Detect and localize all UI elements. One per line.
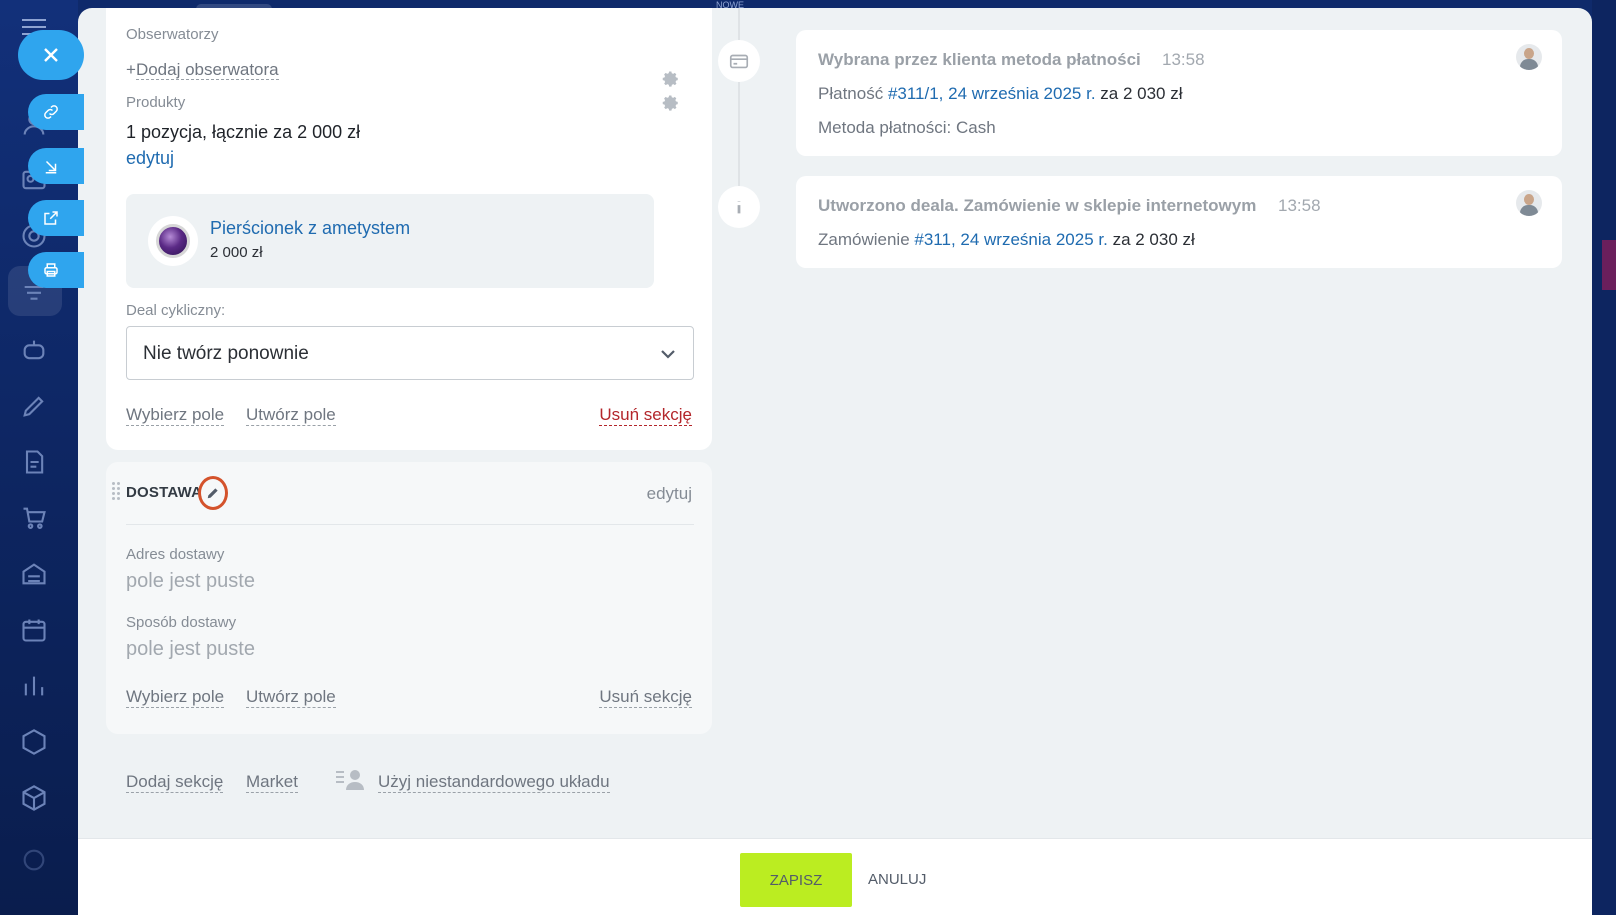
timeline-payment-line: Płatność #311/1, 24 września 2025 r. za … <box>818 84 1183 104</box>
payment-amount: za 2 030 zł <box>1100 84 1183 103</box>
address-value: pole jest puste <box>126 570 255 592</box>
sidebar-hexagon-icon[interactable] <box>20 728 48 756</box>
cancel-button[interactable]: ANULUJ <box>868 871 926 888</box>
right-edge <box>1592 0 1616 915</box>
deal-main-section: Obserwatorzy +Dodaj obserwatora Produkty… <box>106 8 712 450</box>
info-icon <box>718 186 760 228</box>
products-edit-link[interactable]: edytuj <box>126 148 174 169</box>
link-icon <box>44 105 58 119</box>
order-prefix: Zamówienie <box>818 230 910 249</box>
sidebar-documents-icon[interactable] <box>20 448 48 476</box>
avatar[interactable] <box>1516 190 1542 216</box>
card-icon <box>718 40 760 82</box>
close-icon <box>44 48 58 62</box>
delivery-method-value: pole jest puste <box>126 638 255 660</box>
timeline-order-line: Zamówienie #311, 24 września 2025 r. za … <box>818 230 1195 250</box>
plus-icon: + <box>126 60 136 79</box>
timeline-item-time: 13:58 <box>1278 196 1321 215</box>
recurring-label: Deal cykliczny: <box>126 302 226 319</box>
payment-link[interactable]: #311/1, 24 września 2025 r. <box>888 84 1096 103</box>
products-gear-icon[interactable] <box>662 94 680 112</box>
add-observer-text: Dodaj obserwatora <box>135 60 279 80</box>
observers-gear-icon[interactable] <box>662 70 680 88</box>
delivery-select-field-link[interactable]: Wybierz pole <box>126 687 225 708</box>
rename-section-button[interactable] <box>198 476 228 510</box>
open-new-window-button[interactable] <box>28 200 84 236</box>
right-edge-stripe <box>1602 240 1616 290</box>
delivery-method-label: Sposób dostawy <box>126 614 237 631</box>
delivery-edit-link[interactable]: edytuj <box>647 484 692 504</box>
payment-method-line: Metoda płatności: Cash <box>818 118 996 137</box>
timeline-item-time: 13:58 <box>1162 50 1205 69</box>
deal-slider-panel: Obserwatorzy +Dodaj obserwatora Produkty… <box>78 8 1592 915</box>
order-amount: za 2 030 zł <box>1112 230 1195 249</box>
recurring-select[interactable]: Nie twórz ponownie <box>126 326 694 380</box>
sidebar-calendar-icon[interactable] <box>20 616 48 644</box>
amethyst-ring-image <box>156 224 190 258</box>
external-link-icon <box>44 211 58 225</box>
product-image <box>148 216 198 266</box>
download-button[interactable] <box>28 148 84 184</box>
products-label: Produkty <box>126 94 186 111</box>
delivery-section-title: DOSTAWA <box>126 484 203 501</box>
timeline-item-payment: Wybrana przez klienta metoda płatności 1… <box>796 30 1562 156</box>
sidebar-warehouse-icon[interactable] <box>20 560 48 588</box>
custom-layout-link[interactable]: Użyj niestandardowego układu <box>378 772 610 793</box>
timeline-item-title: Wybrana przez klienta metoda płatności <box>818 50 1141 69</box>
drag-handle-icon[interactable] <box>112 482 122 504</box>
timeline-line <box>738 8 740 198</box>
sidebar-box-icon[interactable] <box>20 784 48 812</box>
chevron-down-icon <box>659 345 677 363</box>
product-name-link[interactable]: Pierścionek z ametystem <box>210 218 410 239</box>
products-summary: 1 pozycja, łącznie za 2 000 zł <box>126 122 361 142</box>
product-item: Pierścionek z ametystem 2 000 zł <box>126 194 654 288</box>
pencil-icon <box>207 488 218 499</box>
printer-icon <box>44 263 58 277</box>
sidebar-cart-icon[interactable] <box>20 504 48 532</box>
avatar[interactable] <box>1516 44 1542 70</box>
sidebar-sign-icon[interactable] <box>20 392 48 420</box>
add-section-link[interactable]: Dodaj sekcję <box>126 772 224 793</box>
sidebar-robot-icon[interactable] <box>20 336 48 364</box>
create-field-link[interactable]: Utwórz pole <box>246 405 336 426</box>
close-slider-button[interactable] <box>18 30 84 80</box>
download-arrow-icon <box>45 160 57 174</box>
add-observer-link[interactable]: +Dodaj obserwatora <box>126 60 279 80</box>
timeline-item-deal-created: Utworzono deala. Zamówienie w sklepie in… <box>796 176 1562 268</box>
observers-label: Obserwatorzy <box>126 26 219 43</box>
order-link[interactable]: #311, 24 września 2025 r. <box>914 230 1107 249</box>
market-link[interactable]: Market <box>246 772 298 793</box>
payment-prefix: Płatność <box>818 84 884 103</box>
save-button[interactable]: ZAPISZ <box>740 853 852 907</box>
address-label: Adres dostawy <box>126 546 225 563</box>
delivery-delete-section-link[interactable]: Usuń sekcję <box>599 687 692 708</box>
print-button[interactable] <box>28 252 84 288</box>
recurring-select-value: Nie twórz ponownie <box>143 343 309 364</box>
footer-bar: ZAPISZ ANULUJ <box>78 838 1592 915</box>
custom-layout-icon <box>336 768 366 792</box>
sidebar-chart-icon[interactable] <box>20 672 48 700</box>
app-sidebar <box>0 0 78 915</box>
delivery-section: DOSTAWA edytuj Adres dostawy pole jest p… <box>106 462 712 734</box>
delivery-create-field-link[interactable]: Utwórz pole <box>246 687 336 708</box>
sidebar-settings-icon[interactable] <box>20 846 48 874</box>
select-field-link[interactable]: Wybierz pole <box>126 405 225 426</box>
product-price: 2 000 zł <box>210 244 263 261</box>
copy-link-button[interactable] <box>28 94 84 130</box>
section-divider <box>126 524 694 525</box>
delete-section-link[interactable]: Usuń sekcję <box>599 405 692 426</box>
timeline-item-title: Utworzono deala. Zamówienie w sklepie in… <box>818 196 1257 215</box>
